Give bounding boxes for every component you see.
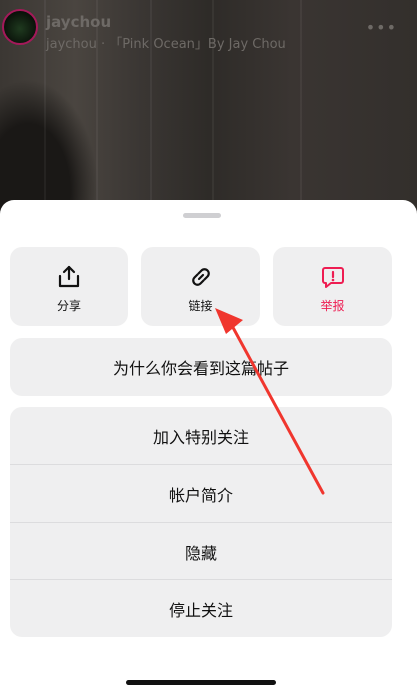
share-label: 分享 xyxy=(56,299,81,313)
avatar[interactable] xyxy=(2,9,38,45)
link-icon xyxy=(191,268,210,286)
why-seeing-post-label: 为什么你会看到这篇帖子 xyxy=(112,359,289,378)
menu-item-label: 加入特别关注 xyxy=(152,427,249,447)
add-to-favorites-button[interactable]: 加入特别关注 xyxy=(10,407,392,464)
unfollow-button[interactable]: 停止关注 xyxy=(10,580,392,637)
home-indicator[interactable] xyxy=(126,680,276,685)
sheet-grabber-handle[interactable] xyxy=(183,213,221,218)
post-header: jaychou jaychou · 「Pink Ocean」By Jay Cho… xyxy=(0,0,417,60)
menu-item-label: 隐藏 xyxy=(184,543,217,563)
report-icon xyxy=(321,267,344,288)
report-button[interactable]: 举报 xyxy=(273,247,392,326)
link-label: 链接 xyxy=(188,299,213,313)
more-options-icon[interactable]: ••• xyxy=(366,18,397,37)
share-icon xyxy=(58,265,80,288)
hide-button[interactable]: 隐藏 xyxy=(10,523,392,580)
report-label: 举报 xyxy=(320,299,345,313)
screen: jaychou jaychou · 「Pink Ocean」By Jay Cho… xyxy=(0,0,417,693)
menu-item-label: 停止关注 xyxy=(168,600,233,620)
post-username[interactable]: jaychou xyxy=(46,13,111,31)
share-button[interactable]: 分享 xyxy=(10,247,128,326)
menu-item-label: 帐户简介 xyxy=(168,485,233,505)
options-menu: 加入特别关注 帐户简介 隐藏 停止关注 xyxy=(10,407,392,637)
action-sheet: 分享 链接 举报 为什么你会看到这篇帖子 加入特别关注 帐户简介 隐藏 停止关注 xyxy=(0,200,417,693)
post-music-subtitle[interactable]: jaychou · 「Pink Ocean」By Jay Chou xyxy=(46,33,286,52)
why-seeing-post-button[interactable]: 为什么你会看到这篇帖子 xyxy=(10,338,392,396)
about-account-button[interactable]: 帐户简介 xyxy=(10,465,392,522)
link-button[interactable]: 链接 xyxy=(141,247,260,326)
